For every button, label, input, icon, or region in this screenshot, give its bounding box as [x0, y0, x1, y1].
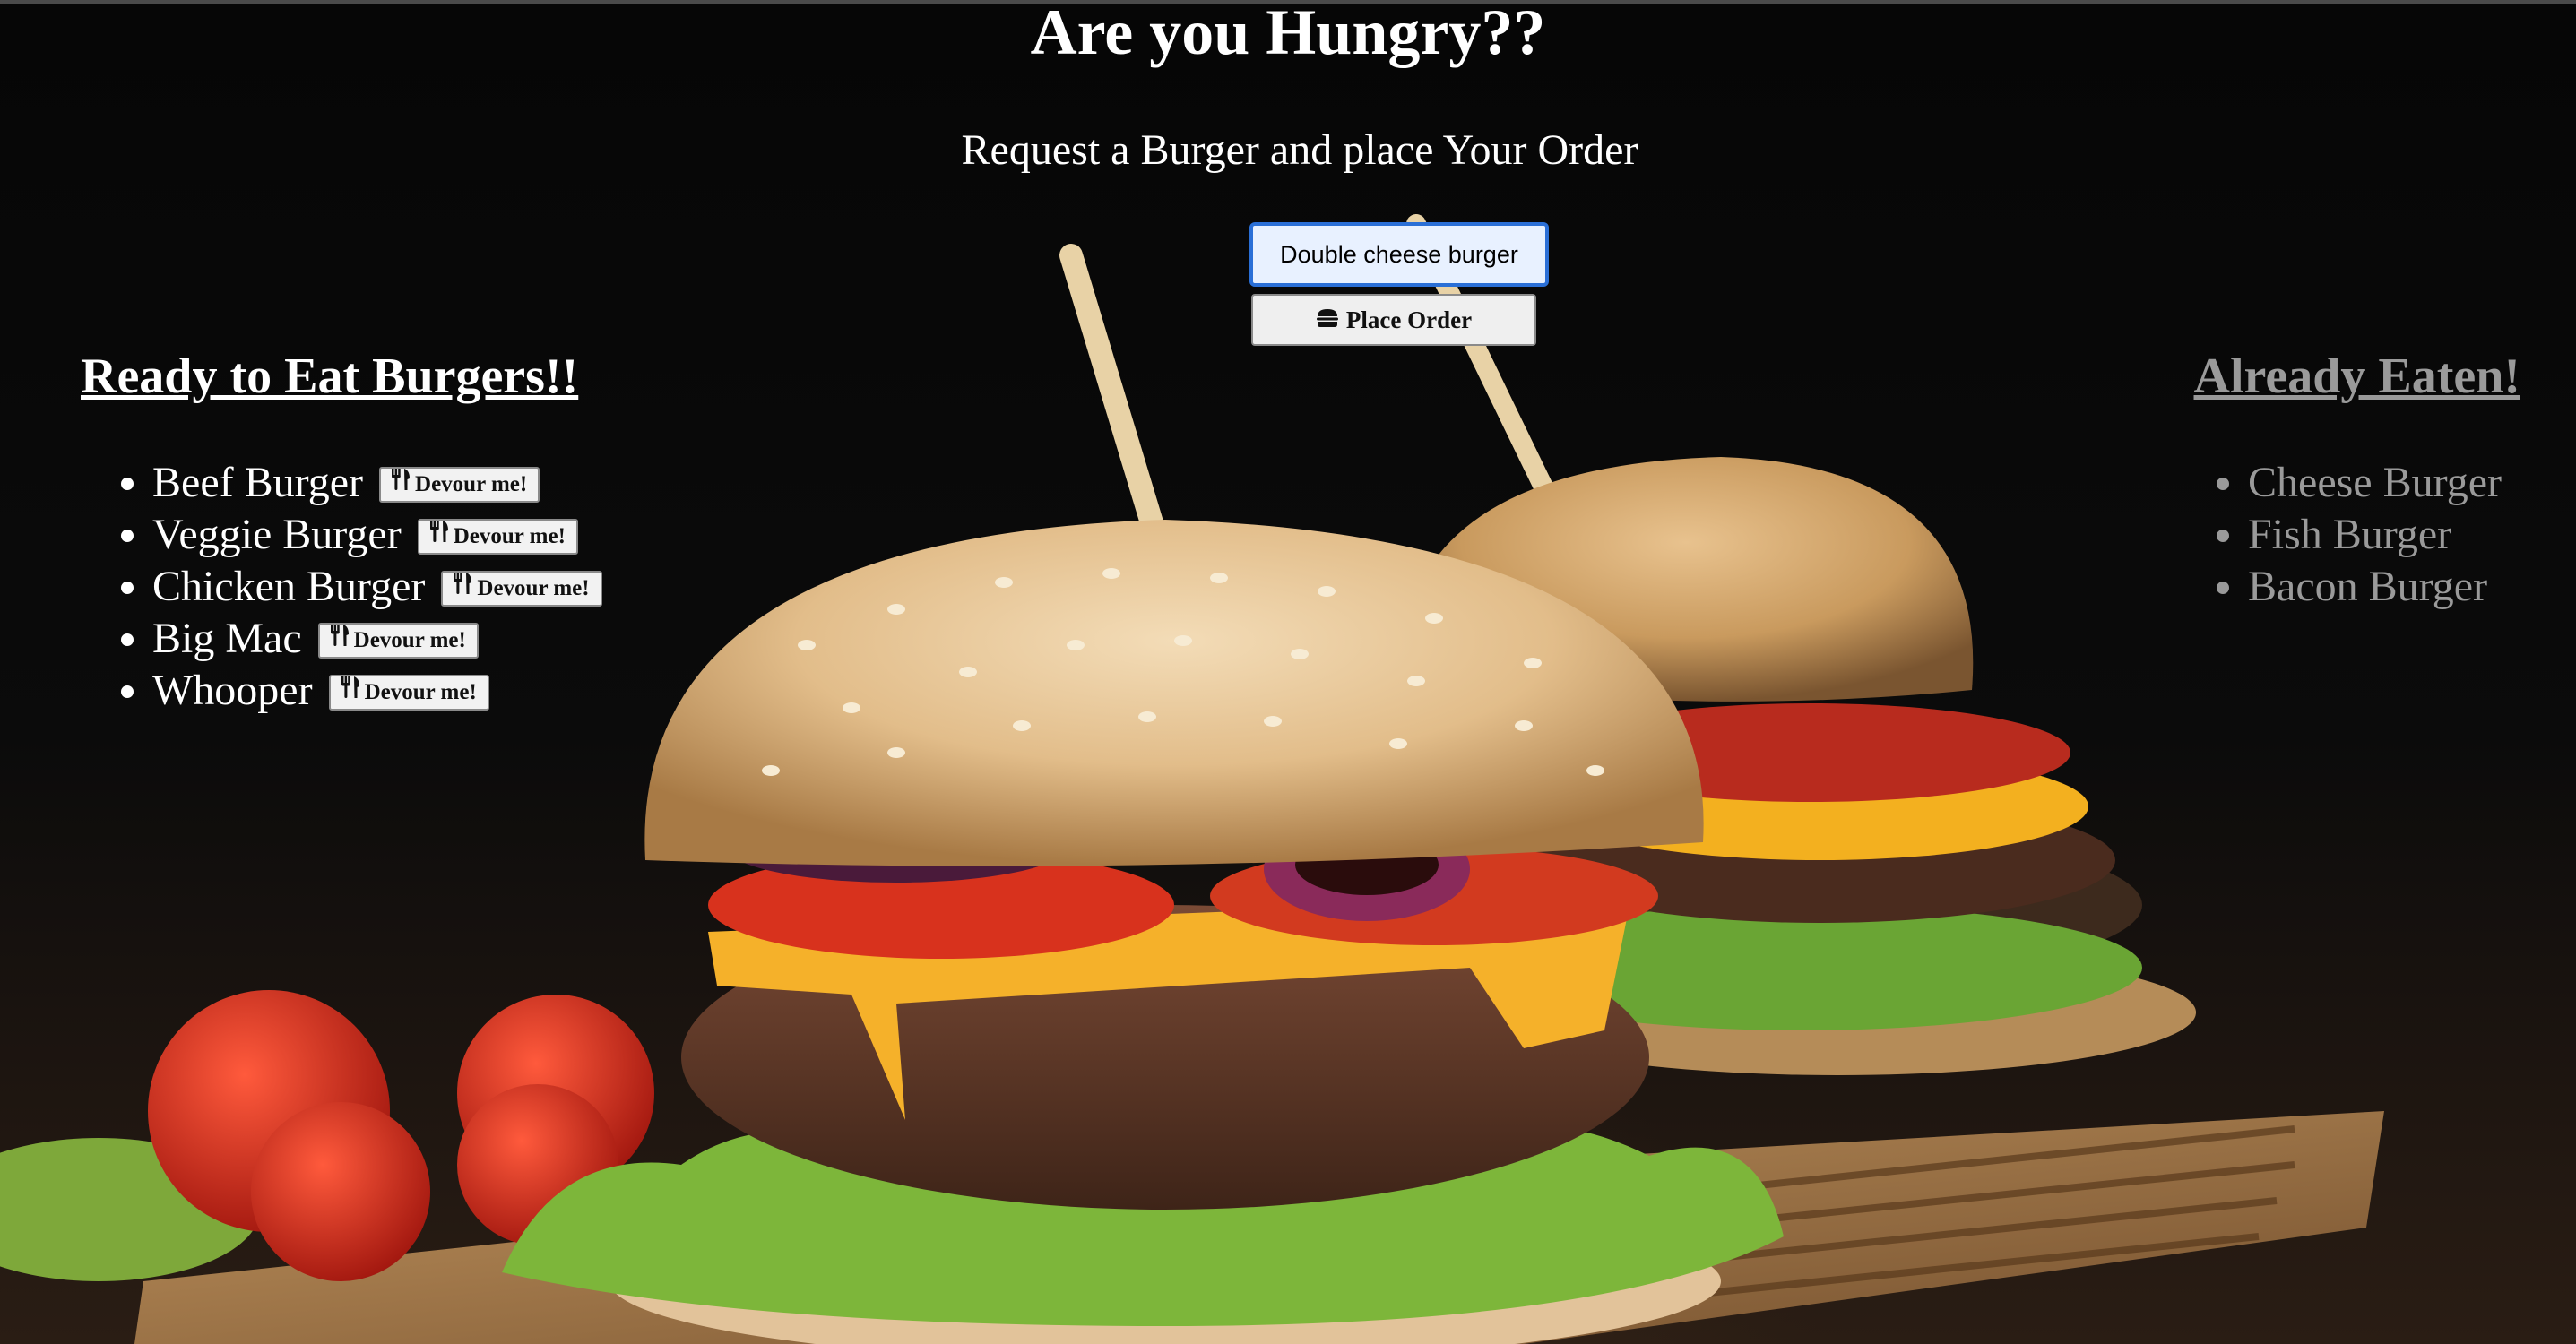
- list-item: Beef Burger Devour me!: [152, 457, 602, 509]
- list-item: Veggie Burger Devour me!: [152, 509, 602, 561]
- list-item: Bacon Burger: [2248, 561, 2502, 613]
- page-subtitle: Request a Burger and place Your Order: [961, 126, 1638, 174]
- utensils-icon: [340, 676, 361, 709]
- place-order-button[interactable]: Place Order: [1251, 294, 1536, 346]
- page: Are you Hungry?? Request a Burger and pl…: [0, 0, 2576, 1344]
- list-item: Cheese Burger: [2248, 457, 2502, 509]
- devour-button[interactable]: Devour me!: [328, 674, 489, 711]
- list-item: Big Mac Devour me!: [152, 613, 602, 665]
- devour-button[interactable]: Devour me!: [417, 518, 578, 555]
- devour-button[interactable]: Devour me!: [379, 466, 540, 503]
- devour-label: Devour me!: [477, 575, 590, 600]
- burger-name: Veggie Burger: [152, 511, 402, 558]
- devour-button[interactable]: Devour me!: [317, 622, 479, 659]
- devour-label: Devour me!: [415, 471, 528, 496]
- devour-button[interactable]: Devour me!: [441, 570, 602, 607]
- utensils-icon: [390, 468, 411, 501]
- list-item: Fish Burger: [2248, 509, 2502, 561]
- burger-name: Whooper: [152, 667, 313, 714]
- already-eaten-heading: Already Eaten!: [2193, 349, 2521, 404]
- devour-label: Devour me!: [453, 523, 566, 548]
- burger-name: Big Mac: [152, 615, 302, 662]
- burger-name-input[interactable]: [1249, 222, 1549, 287]
- eaten-burger-list: Cheese Burger Fish Burger Bacon Burger: [2176, 457, 2502, 613]
- ready-burger-list: Beef Burger Devour me! Veggie Burger Dev…: [81, 457, 602, 717]
- burger-name: Chicken Burger: [152, 563, 426, 610]
- hamburger-icon: [1316, 306, 1339, 334]
- list-item: Whooper Devour me!: [152, 665, 602, 717]
- list-item: Chicken Burger Devour me!: [152, 561, 602, 613]
- utensils-icon: [452, 572, 473, 605]
- place-order-label: Place Order: [1345, 306, 1473, 333]
- burger-name: Beef Burger: [152, 459, 364, 506]
- utensils-icon: [329, 624, 350, 657]
- devour-label: Devour me!: [364, 679, 477, 704]
- ready-to-eat-heading: Ready to Eat Burgers!!: [81, 349, 579, 404]
- devour-label: Devour me!: [353, 627, 466, 652]
- utensils-icon: [428, 520, 450, 553]
- page-title: Are you Hungry??: [1030, 0, 1546, 68]
